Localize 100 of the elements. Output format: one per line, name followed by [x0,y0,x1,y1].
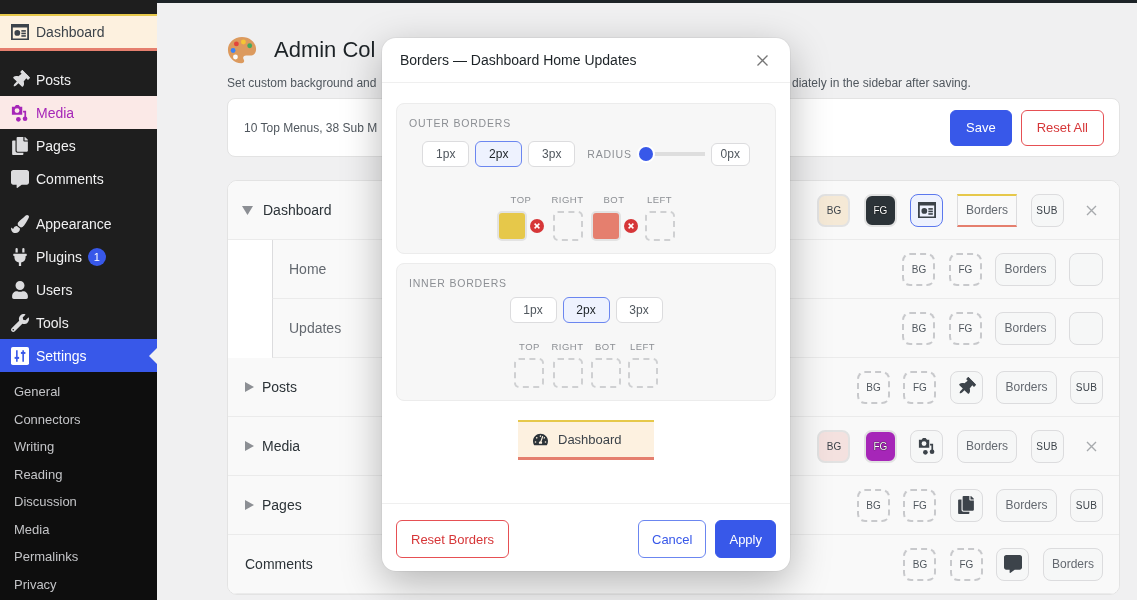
side-label: RIGHT [551,342,584,352]
border-color-swatch[interactable] [590,211,621,241]
submenu-item[interactable]: Connectors [0,405,157,433]
background-swatch[interactable]: BG [817,193,851,227]
width-option[interactable]: 3px [528,141,576,167]
caret-right-icon[interactable] [245,441,254,451]
text-color-swatch[interactable]: FG [948,252,982,286]
submenu-item[interactable]: Permalinks [0,543,157,571]
speech-bubble-icon [1003,555,1022,573]
x-icon[interactable] [1086,440,1097,452]
text-color-swatch[interactable]: FG [903,488,937,522]
text-color-swatch[interactable]: FG [949,547,983,581]
borders-button[interactable]: Borders [956,429,1017,463]
menu-label: Pages [262,497,302,513]
borders-button[interactable]: Borders [1042,547,1103,581]
width-option[interactable]: 2px [475,141,523,167]
wrench-icon [11,313,29,332]
sidebar-item[interactable]: Dashboard [0,14,157,51]
x-circle-icon[interactable] [623,219,638,233]
menu-label: Comments [245,556,313,572]
empty-color-swatch[interactable] [552,358,583,388]
background-swatch[interactable]: BG [902,311,936,345]
background-swatch[interactable]: BG [856,488,890,522]
submenu-item[interactable]: Discussion [0,488,157,516]
empty-color-swatch[interactable] [627,358,658,388]
camera-note-icon [11,103,29,122]
sidebar-item[interactable]: Comments [0,162,157,195]
caret-right-icon[interactable] [245,500,254,510]
caret-right-icon[interactable] [245,382,254,392]
save-button[interactable]: Save [950,109,1012,146]
x-icon[interactable] [1086,204,1097,216]
page-description: Set custom background and [227,76,377,90]
submenu-button[interactable]: SUB [1030,429,1064,463]
background-swatch[interactable]: BG [856,370,890,404]
side-label: BOT [603,195,625,205]
sidebar-item[interactable]: Plugins 1 [0,240,157,273]
submenu-button[interactable]: SUB [1030,193,1064,227]
background-swatch[interactable]: BG [903,547,937,581]
border-color-swatch[interactable] [497,211,528,241]
page-description: diately in the sidebar after saving. [792,76,971,90]
icon-picker-button[interactable] [910,193,944,227]
apply-button[interactable]: Apply [715,520,776,558]
submenu-item[interactable]: Media [0,515,157,543]
borders-button[interactable]: Borders [995,252,1056,286]
borders-button[interactable]: Borders [956,193,1017,227]
text-color-swatch[interactable]: FG [863,193,897,227]
text-color-swatch[interactable]: FG [863,429,897,463]
submenu-button[interactable]: SUB [1070,488,1103,522]
text-color-swatch[interactable]: FG [903,370,937,404]
width-option[interactable]: 1px [509,297,557,323]
submenu-item[interactable]: General [0,378,157,406]
menu-count-text: 10 Top Menus, 38 Sub M [244,120,378,135]
section-label: OUTER BORDERS [409,117,511,129]
sliders-icon [11,346,29,365]
width-option[interactable]: 1px [422,141,470,167]
side-label: BOT [595,342,617,352]
sidebar-item[interactable]: Posts [0,63,157,96]
borders-button[interactable]: Borders [996,370,1057,404]
reset-button[interactable]: Reset Borders [396,520,510,558]
menu-label: Posts [262,379,297,395]
id-card-icon [11,23,29,41]
side-label: TOP [510,195,532,205]
sidebar-item[interactable]: Users [0,273,157,306]
side-label: RIGHT [551,195,584,205]
speech-bubble-icon [11,169,29,188]
sidebar-item[interactable]: Media [0,96,157,129]
pages-icon [957,496,976,514]
submenu-item[interactable]: Privacy [0,570,157,598]
menu-label: Updates [289,320,342,336]
sidebar-item[interactable]: Appearance [0,207,157,240]
x-circle-icon[interactable] [530,219,545,233]
submenu-item[interactable]: Reading [0,460,157,488]
gauge-icon [533,432,548,447]
close-icon[interactable] [757,54,768,66]
empty-color-swatch[interactable] [590,358,621,388]
slider-thumb[interactable] [638,147,653,161]
submenu-button[interactable]: SUB [1070,370,1103,404]
sidebar-item[interactable]: Settings [0,339,157,372]
background-swatch[interactable]: BG [817,429,851,463]
cancel-button[interactable]: Cancel [638,520,707,558]
reset-all-button[interactable]: Reset All [1020,109,1104,146]
empty-color-swatch[interactable] [644,211,675,241]
radius-label: RADIUS [587,148,632,160]
paintbrush-icon [11,214,29,233]
page-title: Admin Col [274,37,376,63]
radius-field[interactable]: 0px [710,142,750,166]
borders-button[interactable]: Borders [996,488,1057,522]
sidebar-item[interactable]: Tools [0,306,157,339]
side-label: LEFT [646,195,673,205]
background-swatch[interactable]: BG [902,252,936,286]
width-option[interactable]: 3px [615,297,663,323]
borders-button[interactable]: Borders [995,311,1056,345]
sidebar-item[interactable]: Pages [0,129,157,162]
empty-color-swatch[interactable] [552,211,583,241]
submenu-item[interactable]: Writing [0,433,157,461]
width-option[interactable]: 2px [562,297,610,323]
empty-color-swatch[interactable] [514,358,545,388]
text-color-swatch[interactable]: FG [948,311,982,345]
plug-icon [11,247,29,266]
caret-down-icon[interactable] [242,205,253,215]
